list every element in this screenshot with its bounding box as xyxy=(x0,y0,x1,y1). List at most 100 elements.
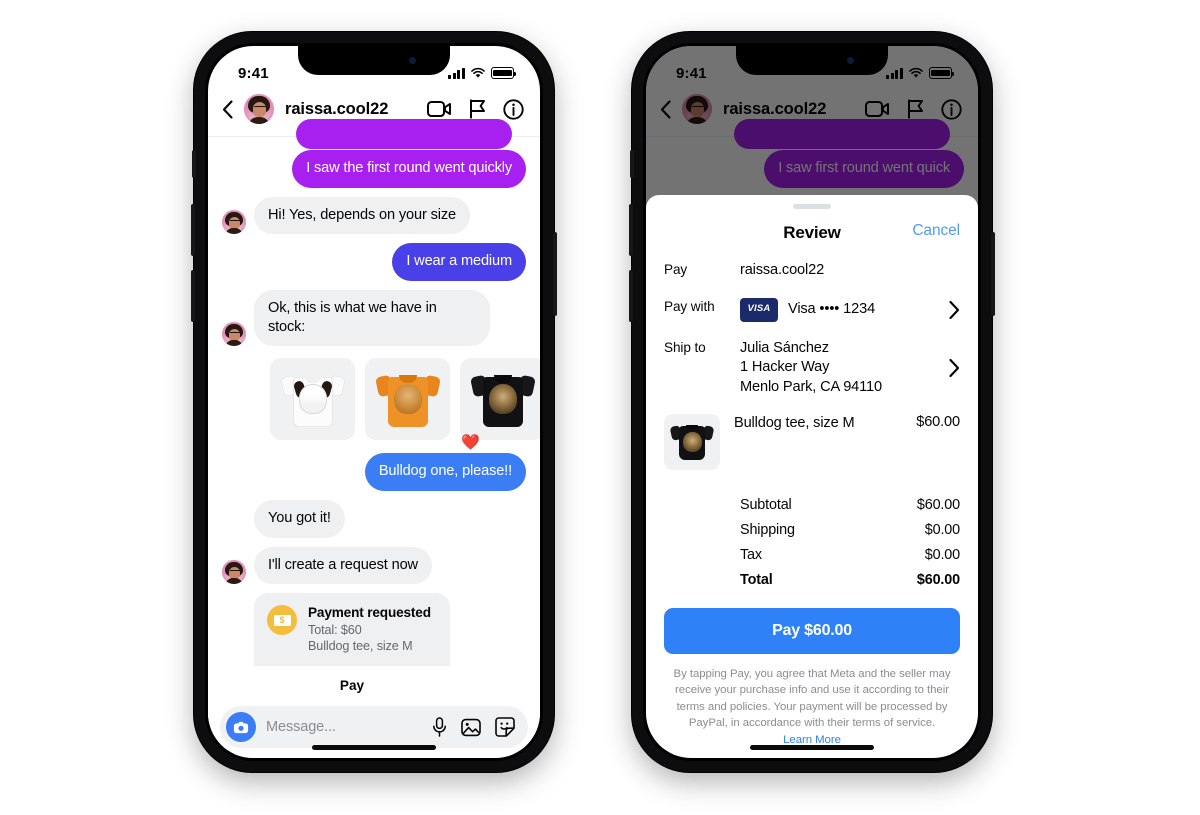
phone-left: 9:41 raissa.cool22 I saw the first round… xyxy=(191,32,557,772)
message-bubble-incoming[interactable]: Hi! Yes, depends on your size xyxy=(254,196,470,235)
message-row: Bulldog one, please!! xyxy=(222,453,526,492)
chevron-right-icon[interactable] xyxy=(949,300,960,319)
sheet-title: Review xyxy=(783,223,841,242)
ship-to-label: Ship to xyxy=(664,339,706,355)
composer-input-bar[interactable]: Message... xyxy=(220,706,528,748)
message-bubble-outgoing[interactable]: I saw the first round went quickly xyxy=(292,150,526,188)
avatar xyxy=(222,210,246,235)
message-row: Ok, this is what we have in stock: xyxy=(222,290,526,347)
battery-full-icon xyxy=(491,67,517,79)
phone-right: 9:41 Review Cancel Pay raissa.cool22 Pay… xyxy=(629,32,995,772)
avatar xyxy=(222,560,246,585)
home-indicator[interactable] xyxy=(312,745,436,750)
bulldog-tee-thumbnail xyxy=(664,414,720,471)
mute-switch[interactable] xyxy=(630,150,634,178)
mute-switch[interactable] xyxy=(192,150,196,178)
payment-request-card: $ Payment requested Total: $60 Bulldog t… xyxy=(254,593,450,707)
totals-row: Shipping $0.00 xyxy=(740,517,960,542)
cellular-bars-icon xyxy=(448,67,465,79)
flag-icon[interactable] xyxy=(469,99,486,119)
info-icon[interactable] xyxy=(503,98,524,120)
payment-request-item: Bulldog tee, size M xyxy=(308,639,413,654)
composer-actions xyxy=(432,717,515,737)
screen-right: 9:41 Review Cancel Pay raissa.cool22 Pay… xyxy=(646,46,978,758)
chevron-right-icon[interactable] xyxy=(949,358,960,377)
sticker-icon[interactable] xyxy=(495,717,515,737)
order-item-name: Bulldog tee, size M xyxy=(734,415,855,432)
message-bubble-partial xyxy=(296,119,512,149)
screen-left: 9:41 raissa.cool22 I saw the first round… xyxy=(208,46,540,758)
payment-request-row: $ Payment requested Total: $60 Bulldog t… xyxy=(222,593,526,707)
cellular-bars-icon xyxy=(886,67,903,79)
notch-left xyxy=(298,46,450,75)
power-button[interactable] xyxy=(991,232,995,316)
message-row: I wear a medium xyxy=(222,243,526,282)
pay-label: Pay xyxy=(664,262,688,277)
product-thumbnail-border-collie-tee[interactable] xyxy=(270,358,355,441)
message-bubble-outgoing[interactable]: Bulldog one, please!! xyxy=(364,453,526,492)
wifi-icon xyxy=(909,67,923,78)
pay-with-row[interactable]: Pay with VISA Visa •••• 1234 xyxy=(664,297,960,322)
totals-label: Total xyxy=(740,571,773,588)
screenshot-stage: 9:41 raissa.cool22 I saw the first round… xyxy=(0,0,1200,815)
home-indicator[interactable] xyxy=(750,745,874,750)
review-sheet: Review Cancel Pay raissa.cool22 Pay with… xyxy=(646,195,978,758)
volume-down-button[interactable] xyxy=(191,270,195,322)
clipped-bubble-wrap xyxy=(222,119,526,150)
order-item-price: $60.00 xyxy=(916,414,960,431)
status-indicators xyxy=(448,67,517,79)
microphone-icon[interactable] xyxy=(432,717,447,737)
ship-to-row[interactable]: Ship to Julia Sánchez 1 Hacker Way Menlo… xyxy=(664,339,960,398)
payment-request-title: Payment requested xyxy=(308,605,431,621)
product-thumbnail-bulldog-tee[interactable] xyxy=(460,358,540,441)
message-bubble-incoming[interactable]: Ok, this is what we have in stock: xyxy=(254,290,490,347)
money-bill-icon: $ xyxy=(267,605,297,636)
pay-with-label: Pay with xyxy=(664,298,715,314)
totals-value: $0.00 xyxy=(924,521,960,538)
totals-row: Tax $0.00 xyxy=(740,542,960,567)
status-clock: 9:41 xyxy=(238,64,269,82)
totals-row-total: Total $60.00 xyxy=(740,567,960,592)
cancel-button[interactable]: Cancel xyxy=(912,222,960,240)
message-bubble-outgoing[interactable]: I wear a medium xyxy=(392,243,526,282)
photo-icon[interactable] xyxy=(461,718,481,737)
notch-right xyxy=(736,46,888,75)
message-bubble-incoming[interactable]: I'll create a request now xyxy=(254,546,432,585)
totals-label: Shipping xyxy=(740,521,795,538)
camera-icon[interactable] xyxy=(226,712,256,742)
message-input[interactable]: Message... xyxy=(266,719,422,735)
conversation-username[interactable]: raissa.cool22 xyxy=(285,100,388,119)
message-row: Hi! Yes, depends on your size xyxy=(222,196,526,235)
avatar[interactable] xyxy=(244,94,274,124)
message-bubble-incoming[interactable]: You got it! xyxy=(254,500,345,538)
status-indicators xyxy=(886,67,955,79)
pay-button[interactable]: Pay $60.00 xyxy=(664,608,960,655)
power-button[interactable] xyxy=(553,232,557,316)
heart-reaction[interactable]: ❤️ xyxy=(461,433,480,451)
front-camera-icon xyxy=(409,57,416,64)
wifi-icon xyxy=(471,67,485,78)
ship-to-line: 1 Hacker Way xyxy=(740,359,830,376)
battery-full-icon xyxy=(929,67,955,79)
totals-label: Subtotal xyxy=(740,496,792,513)
phone-bezel-left: 9:41 raissa.cool22 I saw the first round… xyxy=(205,43,543,761)
product-carousel[interactable]: ❤️ xyxy=(222,355,540,451)
message-row: I'll create a request now xyxy=(222,546,526,585)
avatar xyxy=(222,322,246,347)
video-call-icon[interactable] xyxy=(427,100,452,118)
message-thread[interactable]: I saw the first round went quickly Hi! Y… xyxy=(208,119,540,707)
totals-value: $60.00 xyxy=(916,496,960,513)
order-item-row: Bulldog tee, size M $60.00 xyxy=(664,414,960,471)
volume-down-button[interactable] xyxy=(629,270,633,322)
product-thumbnail-golden-retriever-tee[interactable] xyxy=(365,358,450,441)
sheet-header: Review Cancel xyxy=(664,209,960,261)
front-camera-icon xyxy=(847,57,854,64)
pay-recipient-row: Pay raissa.cool22 xyxy=(664,261,960,281)
volume-up-button[interactable] xyxy=(191,204,195,256)
visa-logo-icon: VISA xyxy=(740,297,778,322)
totals-row: Subtotal $60.00 xyxy=(740,492,960,517)
volume-up-button[interactable] xyxy=(629,204,633,256)
back-chevron-icon[interactable] xyxy=(222,99,233,119)
header-actions xyxy=(427,98,524,120)
phone-bezel-right: 9:41 Review Cancel Pay raissa.cool22 Pay… xyxy=(643,43,981,761)
